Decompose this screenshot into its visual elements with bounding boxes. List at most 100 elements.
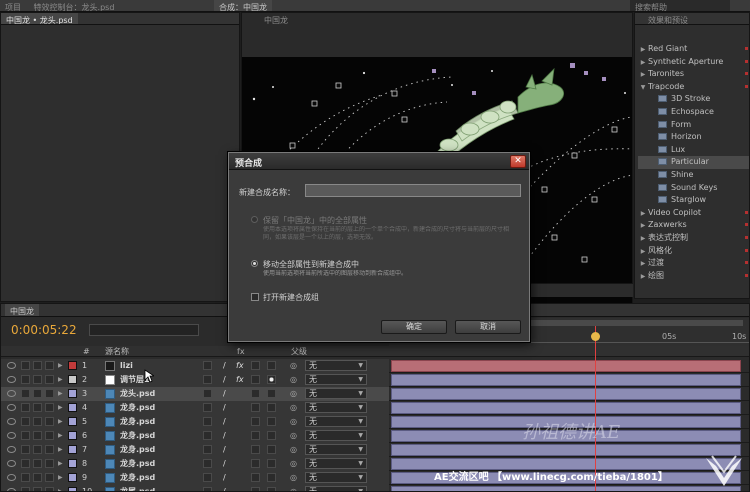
visibility-eye-icon[interactable] (7, 404, 16, 411)
help-search[interactable]: 搜索帮助 (630, 0, 730, 11)
parent-dropdown[interactable]: 无 ▼ (305, 458, 367, 469)
solo-switch[interactable] (33, 417, 42, 426)
solo-switch[interactable] (33, 473, 42, 482)
audio-switch[interactable] (21, 473, 30, 482)
effect-item[interactable]: ▶ 风格化 (638, 245, 749, 258)
expand-triangle-icon[interactable]: ▶ (58, 417, 63, 427)
lock-switch[interactable] (45, 389, 54, 398)
effect-item[interactable]: Starglow (638, 194, 749, 207)
label-color-swatch[interactable] (68, 403, 77, 412)
timeline-tab[interactable]: 中国龙 (5, 304, 39, 316)
shy-switch[interactable] (203, 431, 212, 440)
audio-switch[interactable] (21, 417, 30, 426)
comp-name-input[interactable] (305, 184, 521, 197)
layer-name[interactable]: 龙身.psd (120, 403, 155, 413)
label-color-swatch[interactable] (68, 375, 77, 384)
expand-triangle-icon[interactable]: ▶ (58, 473, 63, 483)
visibility-eye-icon[interactable] (7, 474, 16, 481)
lock-switch[interactable] (45, 361, 54, 370)
layer-duration-bar[interactable] (391, 374, 741, 386)
option-move-attributes-radio[interactable] (251, 260, 258, 267)
spiral-parent-icon[interactable]: ◎ (290, 417, 297, 427)
motion-blur-switch[interactable] (251, 417, 260, 426)
visibility-eye-icon[interactable] (7, 418, 16, 425)
effect-item[interactable]: ▶ Red Giant (638, 43, 749, 56)
layer-row[interactable]: ▶ 5 龙身.psd / ◎ 无 ▼ (1, 415, 749, 429)
tab-project[interactable]: 项目 (0, 0, 26, 11)
layer-name[interactable]: 龙尾.psd (120, 487, 155, 491)
disclosure-closed-icon[interactable]: ▶ (638, 271, 648, 284)
quality-slash-icon[interactable]: / (223, 375, 226, 385)
shy-switch[interactable] (203, 403, 212, 412)
adjustment-switch[interactable] (267, 375, 276, 384)
expand-triangle-icon[interactable]: ▶ (58, 445, 63, 455)
layer-name[interactable]: lizi (120, 361, 133, 371)
effect-item[interactable]: 3D Stroke (638, 93, 749, 106)
tab-effect-controls[interactable]: 特效控制台：龙头.psd (29, 0, 120, 11)
quality-slash-icon[interactable]: / (223, 459, 226, 469)
open-new-comp-label[interactable]: 打开新建合成组 (263, 292, 319, 303)
layer-name[interactable]: 龙头.psd (120, 389, 155, 399)
shy-switch[interactable] (203, 445, 212, 454)
layer-name[interactable]: 龙身.psd (120, 445, 155, 455)
motion-blur-switch[interactable] (251, 473, 260, 482)
solo-switch[interactable] (33, 459, 42, 468)
option-keep-attributes-radio[interactable] (251, 216, 258, 223)
adjustment-switch[interactable] (267, 431, 276, 440)
audio-switch[interactable] (21, 361, 30, 370)
layer-duration-bar[interactable] (391, 360, 741, 372)
solo-switch[interactable] (33, 403, 42, 412)
effect-item[interactable]: Shine (638, 169, 749, 182)
audio-switch[interactable] (21, 375, 30, 384)
label-color-swatch[interactable] (68, 487, 77, 491)
visibility-eye-icon[interactable] (7, 446, 16, 453)
visibility-eye-icon[interactable] (7, 432, 16, 439)
lock-switch[interactable] (45, 403, 54, 412)
audio-switch[interactable] (21, 445, 30, 454)
shy-switch[interactable] (203, 361, 212, 370)
expand-triangle-icon[interactable]: ▶ (58, 361, 63, 371)
motion-blur-switch[interactable] (251, 389, 260, 398)
parent-dropdown[interactable]: 无 ▼ (305, 444, 367, 455)
lock-switch[interactable] (45, 375, 54, 384)
lock-switch[interactable] (45, 459, 54, 468)
motion-blur-switch[interactable] (251, 403, 260, 412)
spiral-parent-icon[interactable]: ◎ (290, 361, 297, 371)
adjustment-switch[interactable] (267, 361, 276, 370)
adjustment-switch[interactable] (267, 417, 276, 426)
effect-item[interactable]: Lux (638, 144, 749, 157)
label-color-swatch[interactable] (68, 417, 77, 426)
layer-name[interactable]: 龙身.psd (120, 417, 155, 427)
label-color-swatch[interactable] (68, 445, 77, 454)
ok-button[interactable]: 确定 (381, 320, 447, 334)
parent-dropdown[interactable]: 无 ▼ (305, 388, 367, 399)
cancel-button[interactable]: 取消 (455, 320, 521, 334)
shy-switch[interactable] (203, 473, 212, 482)
layer-duration-bar[interactable] (391, 444, 741, 456)
expand-triangle-icon[interactable]: ▶ (58, 459, 63, 469)
parent-dropdown[interactable]: 无 ▼ (305, 416, 367, 427)
lock-switch[interactable] (45, 417, 54, 426)
quality-slash-icon[interactable]: / (223, 403, 226, 413)
effect-item[interactable]: ▶ Taronites (638, 68, 749, 81)
parent-dropdown[interactable]: 无 ▼ (305, 360, 367, 371)
fx-switch[interactable]: fx (236, 375, 244, 385)
adjustment-switch[interactable] (267, 389, 276, 398)
layer-row[interactable]: ▶ 1 lizi / fx ◎ 无 ▼ (1, 359, 749, 373)
motion-blur-switch[interactable] (251, 361, 260, 370)
quality-slash-icon[interactable]: / (223, 417, 226, 427)
label-color-swatch[interactable] (68, 431, 77, 440)
layer-name[interactable]: 龙身.psd (120, 459, 155, 469)
quality-slash-icon[interactable]: / (223, 361, 226, 371)
label-color-swatch[interactable] (68, 459, 77, 468)
effects-panel-tab[interactable]: 效果和预设 (643, 13, 693, 24)
spiral-parent-icon[interactable]: ◎ (290, 459, 297, 469)
quality-slash-icon[interactable]: / (223, 445, 226, 455)
layer-name[interactable]: 龙身.psd (120, 431, 155, 441)
expand-triangle-icon[interactable]: ▶ (58, 431, 63, 441)
solo-switch[interactable] (33, 445, 42, 454)
audio-switch[interactable] (21, 431, 30, 440)
parent-dropdown[interactable]: 无 ▼ (305, 430, 367, 441)
expand-triangle-icon[interactable]: ▶ (58, 487, 63, 491)
layer-row[interactable]: ▶ 7 龙身.psd / ◎ 无 ▼ (1, 443, 749, 457)
